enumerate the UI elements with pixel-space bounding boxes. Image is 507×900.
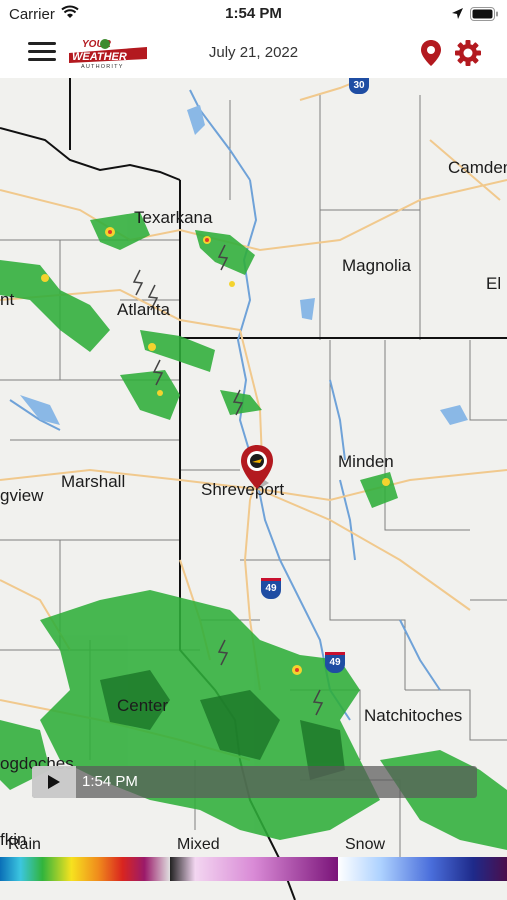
city-label: Camden (448, 158, 507, 177)
us-highway-shield: 30 (349, 78, 369, 94)
city-label: Marshall (61, 472, 126, 491)
radar-frame-time: 1:54 PM (82, 773, 138, 790)
city-label: nt (0, 290, 15, 309)
city-label: gview (0, 486, 44, 505)
play-button[interactable] (32, 766, 76, 798)
app-header: YOUR WEATHER AUTHORITY July 21, 2022 (0, 28, 507, 79)
legend-rain-label: Rain (8, 836, 41, 853)
city-label: Magnolia (342, 256, 411, 275)
location-marker-icon[interactable] (239, 443, 277, 491)
city-label: Atlanta (117, 300, 170, 319)
location-pin-button[interactable] (420, 39, 442, 67)
city-label: Center (117, 696, 169, 715)
legend-snow-label: Snow (345, 836, 386, 853)
precipitation-legend-bar (0, 857, 507, 881)
city-label: Texarkana (134, 208, 213, 227)
play-icon (48, 775, 60, 789)
interstate-shield: 49 (261, 578, 281, 599)
location-arrow-icon (451, 7, 464, 25)
city-label: El (486, 274, 502, 293)
radar-playback-bar: 1:54 PM (32, 766, 477, 798)
city-label: Minden (338, 452, 394, 471)
settings-gear-button[interactable] (454, 39, 482, 67)
city-label: Natchitoches (364, 706, 463, 725)
legend-mixed-label: Mixed (177, 836, 220, 853)
battery-icon (470, 7, 498, 26)
svg-text:AUTHORITY: AUTHORITY (81, 64, 124, 69)
status-bar: Carrier 1:54 PM (0, 0, 507, 28)
status-time: 1:54 PM (225, 5, 282, 22)
interstate-shield: 49 (325, 652, 345, 673)
